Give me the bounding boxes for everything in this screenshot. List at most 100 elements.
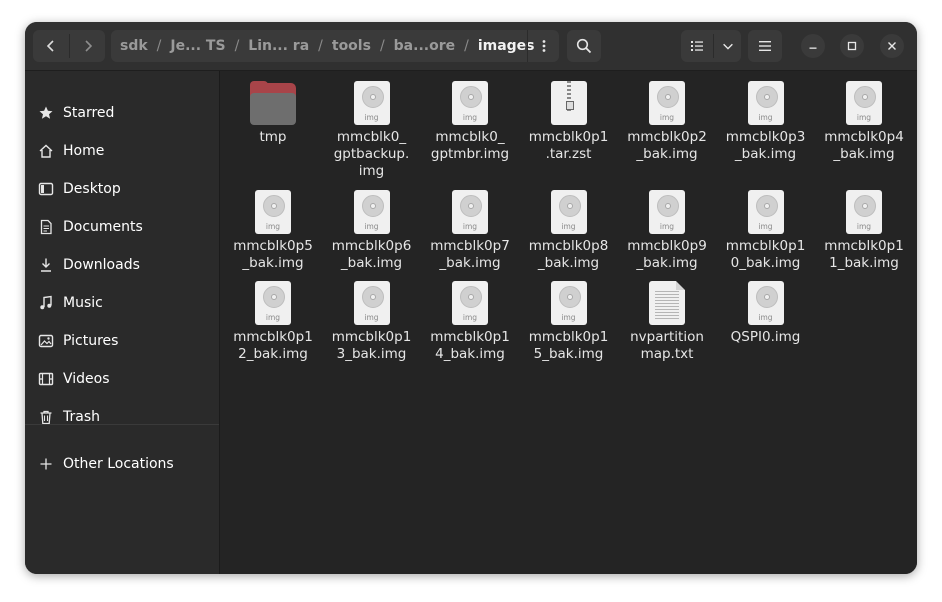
plus-icon <box>37 455 55 473</box>
sidebar-item-label: Music <box>63 295 103 311</box>
disk-image-icon: img <box>742 281 790 327</box>
file-item[interactable]: img mmcblk0p1 1_bak.img <box>815 184 913 272</box>
file-item[interactable]: img mmcblk0p1 0_bak.img <box>717 184 815 272</box>
breadcrumb-item[interactable]: sdk <box>117 38 151 54</box>
breadcrumb: sdk / Je... TS / Lin... ra / tools / ba...ore / im… <box>117 30 538 62</box>
sidebar-item-trash[interactable]: Trash <box>37 404 100 430</box>
minimize-button[interactable] <box>801 34 825 58</box>
file-manager-window: sdk / Je... TS / Lin... ra / tools / ba...ore / im… <box>25 22 917 574</box>
disk-image-icon: img <box>249 190 297 236</box>
main-menu-button[interactable] <box>748 30 782 62</box>
file-item[interactable]: img mmcblk0p4 _bak.img <box>815 75 913 163</box>
file-name: mmcblk0p9 _bak.img <box>627 238 707 271</box>
sidebar-item-starred[interactable]: Starred <box>37 100 114 126</box>
sidebar-item-desktop[interactable]: Desktop <box>37 176 121 202</box>
breadcrumb-item[interactable]: Je... TS <box>167 38 228 54</box>
file-name: mmcblk0p5 _bak.img <box>233 238 313 271</box>
sidebar-divider <box>25 424 219 425</box>
disk-image-icon: img <box>545 281 593 327</box>
sidebar-item-home[interactable]: Home <box>37 138 104 164</box>
file-name: mmcblk0p1 0_bak.img <box>725 238 806 271</box>
search-icon <box>576 38 592 54</box>
file-item[interactable]: img mmcblk0_ gptmbr.img <box>421 75 519 163</box>
disk-image-icon: img <box>643 81 691 127</box>
file-name: mmcblk0p1 5_bak.img <box>528 329 609 362</box>
sidebar-item-other-locations[interactable]: Other Locations <box>37 451 174 477</box>
file-name: mmcblk0p6 _bak.img <box>331 238 412 271</box>
file-item[interactable]: img mmcblk0p5 _bak.img <box>224 184 322 272</box>
sidebar-item-label: Downloads <box>63 257 140 273</box>
maximize-button[interactable] <box>840 34 864 58</box>
file-item[interactable]: img mmcblk0p1 5_bak.img <box>520 275 618 363</box>
file-item[interactable]: tmp <box>224 75 322 146</box>
downloads-icon <box>37 256 55 274</box>
file-item[interactable]: img mmcblk0p1 3_bak.img <box>323 275 421 363</box>
file-item[interactable]: img mmcblk0p9 _bak.img <box>618 184 716 272</box>
file-item[interactable]: nvpartition map.txt <box>618 275 716 363</box>
sidebar-item-label: Desktop <box>63 181 121 197</box>
breadcrumb-separator: / <box>379 38 385 54</box>
sidebar-item-label: Other Locations <box>63 456 174 472</box>
path-bar: sdk / Je... TS / Lin... ra / tools / ba...ore / im… <box>111 30 559 62</box>
breadcrumb-separator: / <box>156 38 162 54</box>
file-item[interactable]: img mmcblk0p1 4_bak.img <box>421 275 519 363</box>
file-type-label: img <box>758 222 773 231</box>
sidebar-item-pictures[interactable]: Pictures <box>37 328 118 354</box>
breadcrumb-item[interactable]: tools <box>329 38 374 54</box>
disk-image-icon: img <box>348 190 396 236</box>
file-name: mmcblk0p1 .tar.zst <box>528 129 609 162</box>
file-type-label: img <box>265 222 281 231</box>
file-item[interactable]: mmcblk0p1 .tar.zst <box>520 75 618 163</box>
sidebar-item-music[interactable]: Music <box>37 290 103 316</box>
file-name: mmcblk0p8 _bak.img <box>528 238 609 271</box>
file-name: mmcblk0_ gptbackup. img <box>333 129 410 179</box>
file-item[interactable]: img mmcblk0p1 2_bak.img <box>224 275 322 363</box>
hamburger-menu-icon <box>759 41 771 51</box>
file-item[interactable]: img mmcblk0p6 _bak.img <box>323 184 421 272</box>
file-item[interactable]: img QSPI0.img <box>717 275 815 346</box>
file-name: tmp <box>259 129 287 145</box>
star-icon <box>37 104 55 122</box>
file-item[interactable]: img mmcblk0p8 _bak.img <box>520 184 618 272</box>
pictures-icon <box>37 332 55 350</box>
file-type-label: img <box>364 222 379 231</box>
search-button[interactable] <box>567 30 601 62</box>
file-type-label: img <box>758 313 773 322</box>
file-name: mmcblk0p7 _bak.img <box>430 238 510 271</box>
list-view-button[interactable] <box>681 30 713 62</box>
close-button[interactable] <box>880 34 904 58</box>
sidebar: Starred Home Desktop Documents Downloads… <box>25 71 220 574</box>
desktop-icon <box>37 180 55 198</box>
folder-icon <box>249 81 297 127</box>
file-name: nvpartition map.txt <box>630 329 704 362</box>
file-type-label: img <box>462 222 478 231</box>
view-dropdown-button[interactable] <box>714 30 741 62</box>
file-type-label: img <box>265 313 281 322</box>
forward-button[interactable] <box>70 30 105 62</box>
file-type-label: img <box>364 313 379 322</box>
path-menu-button[interactable] <box>527 30 559 62</box>
minimize-icon <box>809 47 817 49</box>
breadcrumb-item[interactable]: ba...ore <box>391 38 458 54</box>
breadcrumb-separator: / <box>464 38 469 54</box>
sidebar-item-downloads[interactable]: Downloads <box>37 252 140 278</box>
disk-image-icon: img <box>446 281 494 327</box>
disk-image-icon: img <box>840 190 888 236</box>
chevron-left-icon <box>46 40 54 52</box>
disk-image-icon: img <box>742 190 790 236</box>
file-item[interactable]: img mmcblk0p2 _bak.img <box>618 75 716 163</box>
disk-image-icon: img <box>643 190 691 236</box>
file-type-label: img <box>462 313 478 322</box>
file-item[interactable]: img mmcblk0p3 _bak.img <box>717 75 815 163</box>
sidebar-item-documents[interactable]: Documents <box>37 214 143 240</box>
file-name: mmcblk0p1 3_bak.img <box>331 329 412 362</box>
file-type-label: img <box>659 113 675 122</box>
file-item[interactable]: img mmcblk0p7 _bak.img <box>421 184 519 272</box>
sidebar-item-videos[interactable]: Videos <box>37 366 110 392</box>
back-button[interactable] <box>33 30 69 62</box>
breadcrumb-item[interactable]: Lin... ra <box>245 38 312 54</box>
close-icon <box>888 42 896 50</box>
file-name: mmcblk0p1 1_bak.img <box>824 238 904 271</box>
disk-image-icon: img <box>348 81 396 127</box>
file-item[interactable]: img mmcblk0_ gptbackup. img <box>323 75 421 180</box>
